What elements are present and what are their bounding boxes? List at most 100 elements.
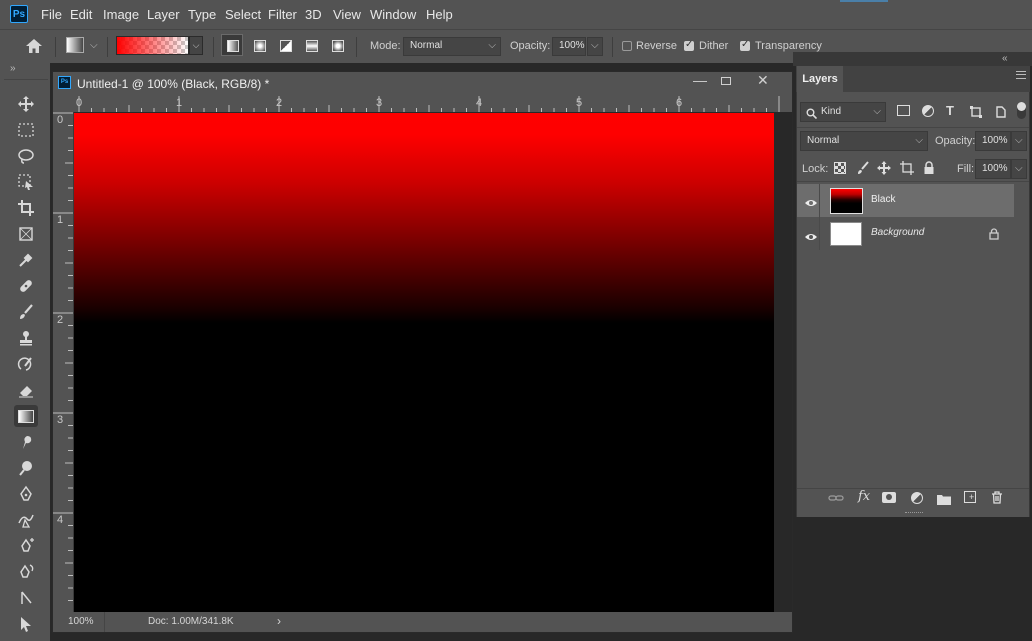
close-icon[interactable]: ✕	[757, 72, 769, 89]
linear-gradient-button[interactable]	[221, 34, 243, 56]
menu-image[interactable]: Image	[103, 7, 139, 22]
filter-smart-object-icon[interactable]	[996, 105, 1006, 118]
gradient-tool-icon[interactable]	[14, 405, 38, 427]
transparency-checkbox[interactable]	[740, 39, 750, 51]
path-selection-icon[interactable]	[14, 587, 38, 609]
layer-thumbnail-background[interactable]	[830, 222, 862, 246]
dither-label[interactable]: Dither	[699, 40, 728, 52]
dither-checkbox[interactable]	[684, 39, 694, 51]
reverse-checkbox[interactable]	[622, 41, 632, 51]
reflected-gradient-button[interactable]	[300, 34, 322, 56]
layer-thumbnail-black[interactable]	[830, 188, 863, 214]
reverse-label[interactable]: Reverse	[636, 40, 677, 52]
menu-edit[interactable]: Edit	[70, 7, 92, 22]
layer-row-black[interactable]: Black	[797, 184, 1014, 217]
layer-name[interactable]: Background	[871, 227, 924, 238]
curvature-pen-icon[interactable]	[14, 535, 38, 557]
gradient-dropdown-icon[interactable]: ⌵	[189, 36, 203, 55]
filter-toggle[interactable]	[1017, 102, 1026, 119]
angle-gradient-button[interactable]	[274, 34, 296, 56]
pen-icon[interactable]	[14, 483, 38, 505]
add-anchor-point-icon[interactable]	[14, 561, 38, 583]
separator	[797, 181, 1029, 182]
layer-opacity-input[interactable]: 100%	[975, 131, 1011, 151]
frame-icon[interactable]	[14, 223, 38, 245]
vertical-ruler[interactable]	[53, 112, 73, 612]
layer-style-fx-icon[interactable]: fx	[858, 489, 870, 504]
ruler-corner[interactable]	[53, 96, 74, 112]
clone-stamp-icon[interactable]	[14, 327, 38, 349]
menu-select[interactable]: Select	[225, 7, 261, 22]
ruler-h-label: 4	[476, 97, 483, 109]
filter-adjustment-icon[interactable]	[922, 105, 934, 117]
rectangular-marquee-icon[interactable]	[14, 119, 38, 141]
diamond-gradient-button[interactable]	[326, 34, 348, 56]
link-layers-icon[interactable]	[828, 491, 844, 505]
fill-input[interactable]: 100%	[975, 159, 1011, 179]
minimize-icon[interactable]: —	[693, 72, 707, 88]
menu-window[interactable]: Window	[370, 7, 416, 22]
history-brush-icon[interactable]	[14, 353, 38, 375]
mode-select[interactable]: Normal ⌵	[403, 37, 501, 56]
eye-icon[interactable]	[804, 195, 818, 206]
crop-icon[interactable]	[14, 197, 38, 219]
menu-3d[interactable]: 3D	[305, 7, 322, 22]
lock-transparent-pixels-icon[interactable]	[834, 162, 846, 174]
layer-opacity-dropdown-icon[interactable]: ⌵	[1011, 131, 1027, 151]
eyedropper-icon[interactable]	[14, 249, 38, 271]
delete-layer-icon[interactable]	[991, 491, 1003, 504]
menu-type[interactable]: Type	[188, 7, 216, 22]
gradient-picker[interactable]	[116, 36, 189, 55]
zoom-level[interactable]: 100%	[68, 616, 94, 627]
object-selection-icon[interactable]	[14, 171, 38, 193]
brush-icon[interactable]	[14, 301, 38, 323]
smudge-icon[interactable]	[14, 431, 38, 453]
lock-all-icon[interactable]	[923, 161, 935, 175]
menu-file[interactable]: File	[41, 7, 62, 22]
filter-type-icon[interactable]: T	[946, 103, 954, 118]
eye-icon[interactable]	[804, 229, 818, 240]
filter-shape-icon[interactable]	[970, 105, 982, 118]
lasso-icon[interactable]	[14, 145, 38, 167]
blend-mode-select[interactable]: Normal ⌵	[800, 131, 928, 151]
home-icon[interactable]	[24, 37, 44, 55]
separator	[104, 612, 105, 632]
transparency-label[interactable]: Transparency	[755, 40, 822, 52]
photoshop-logo-icon[interactable]: Ps	[10, 5, 28, 23]
radial-gradient-button[interactable]	[248, 34, 270, 56]
opacity-input[interactable]: 100%	[552, 37, 586, 56]
menu-help[interactable]: Help	[426, 7, 453, 22]
opacity-dropdown-icon[interactable]: ⌵	[587, 37, 603, 56]
collapse-panels-icon[interactable]: «	[1002, 53, 1008, 64]
panel-resize-handle[interactable]	[905, 512, 923, 516]
freeform-pen-icon[interactable]	[14, 509, 38, 531]
chevron-down-icon[interactable]: ⌵	[90, 40, 98, 51]
panel-menu-icon[interactable]	[1016, 71, 1026, 79]
lock-artboard-icon[interactable]	[900, 161, 914, 175]
healing-brush-icon[interactable]	[14, 275, 38, 297]
add-mask-icon[interactable]	[882, 492, 896, 503]
new-layer-icon[interactable]: +	[964, 491, 976, 503]
new-adjustment-layer-icon[interactable]	[911, 492, 923, 504]
status-menu-arrow-icon[interactable]: ›	[277, 614, 281, 628]
layer-name[interactable]: Black	[871, 194, 895, 205]
dodge-icon[interactable]	[14, 457, 38, 479]
canvas[interactable]	[74, 113, 774, 612]
layers-tab[interactable]: Layers	[797, 66, 843, 92]
menu-view[interactable]: View	[333, 7, 361, 22]
maximize-icon[interactable]	[721, 77, 731, 85]
layer-row-background[interactable]: Background	[797, 217, 1014, 250]
gradient-tool-preset-icon[interactable]	[66, 37, 84, 53]
filter-pixel-icon[interactable]	[897, 105, 910, 116]
lock-position-icon[interactable]	[877, 161, 891, 175]
lock-image-pixels-icon[interactable]	[856, 161, 870, 175]
blend-mode-value: Normal	[807, 135, 840, 146]
move-tool-icon[interactable]	[14, 93, 38, 115]
collapse-toolbar-icon[interactable]: »	[10, 63, 16, 74]
eraser-icon[interactable]	[14, 379, 38, 401]
direct-selection-icon[interactable]	[14, 613, 38, 635]
menu-layer[interactable]: Layer	[147, 7, 180, 22]
menu-filter[interactable]: Filter	[268, 7, 297, 22]
fill-dropdown-icon[interactable]: ⌵	[1011, 159, 1027, 179]
new-group-icon[interactable]	[937, 492, 951, 505]
